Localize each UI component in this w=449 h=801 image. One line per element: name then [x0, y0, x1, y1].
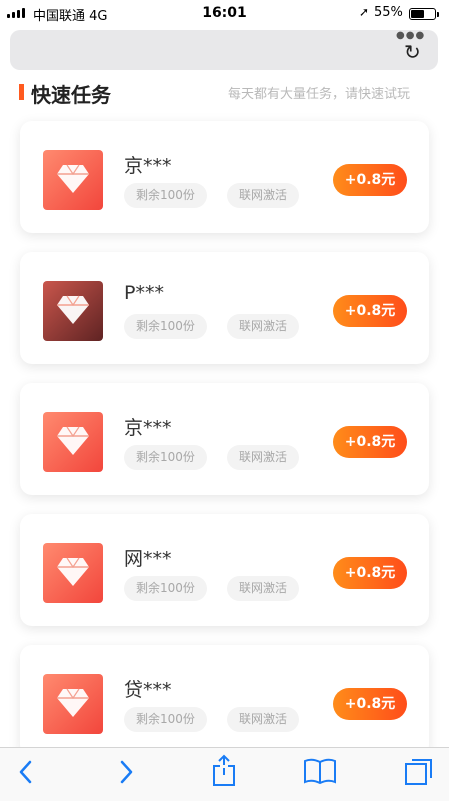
reward-button[interactable]: +0.8元	[333, 295, 407, 327]
share-icon[interactable]	[211, 754, 237, 788]
mode-badge: 联网激活	[227, 576, 300, 601]
diamond-icon	[57, 688, 89, 717]
task-card[interactable]: 京*** 剩余100份 联网激活 +0.8元	[20, 121, 429, 233]
task-name: 京***	[124, 417, 172, 439]
diamond-icon	[57, 557, 89, 586]
task-card[interactable]: 京*** 剩余100份 联网激活 +0.8元	[20, 383, 429, 495]
remaining-badge: 剩余100份	[124, 576, 207, 601]
task-name: 网***	[124, 548, 172, 570]
remaining-badge: 剩余100份	[124, 183, 207, 208]
remaining-badge: 剩余100份	[124, 707, 207, 732]
address-bar[interactable]	[10, 30, 438, 70]
mode-badge: 联网激活	[227, 314, 300, 339]
task-thumbnail	[43, 674, 103, 734]
battery-icon	[409, 8, 439, 20]
task-thumbnail	[43, 150, 103, 210]
section-accent-bar	[19, 84, 24, 100]
remaining-badge: 剩余100份	[124, 314, 207, 339]
bookmarks-icon[interactable]	[303, 757, 337, 785]
mode-badge: 联网激活	[227, 707, 300, 732]
task-card[interactable]: P*** 剩余100份 联网激活 +0.8元	[20, 252, 429, 364]
status-bar: 中国联通 4G 16:01 ➚ 55%	[0, 0, 449, 26]
reward-button[interactable]: +0.8元	[333, 426, 407, 458]
battery-percent: 55%	[374, 5, 403, 20]
task-name: P***	[124, 282, 164, 304]
task-card[interactable]: 贷*** 剩余100份 联网激活 +0.8元	[20, 645, 429, 757]
mode-badge: 联网激活	[227, 445, 300, 470]
task-name: 贷***	[124, 679, 172, 701]
task-card[interactable]: 网*** 剩余100份 联网激活 +0.8元	[20, 514, 429, 626]
diamond-icon	[57, 426, 89, 455]
task-thumbnail	[43, 543, 103, 603]
section-title: 快速任务	[31, 83, 111, 107]
back-icon[interactable]	[16, 758, 36, 786]
remaining-badge: 剩余100份	[124, 445, 207, 470]
tabs-icon[interactable]	[404, 756, 434, 786]
diamond-icon	[57, 164, 89, 193]
mode-badge: 联网激活	[227, 183, 300, 208]
reload-icon[interactable]: ↻	[404, 40, 421, 64]
task-thumbnail	[43, 412, 103, 472]
reward-button[interactable]: +0.8元	[333, 688, 407, 720]
location-icon: ➚	[359, 5, 370, 19]
section-subtitle: 每天都有大量任务，请快速试玩	[228, 87, 411, 102]
forward-icon[interactable]	[116, 758, 136, 786]
reward-button[interactable]: +0.8元	[333, 164, 407, 196]
diamond-icon	[57, 295, 89, 324]
task-thumbnail	[43, 281, 103, 341]
task-name: 京***	[124, 155, 172, 177]
reward-button[interactable]: +0.8元	[333, 557, 407, 589]
